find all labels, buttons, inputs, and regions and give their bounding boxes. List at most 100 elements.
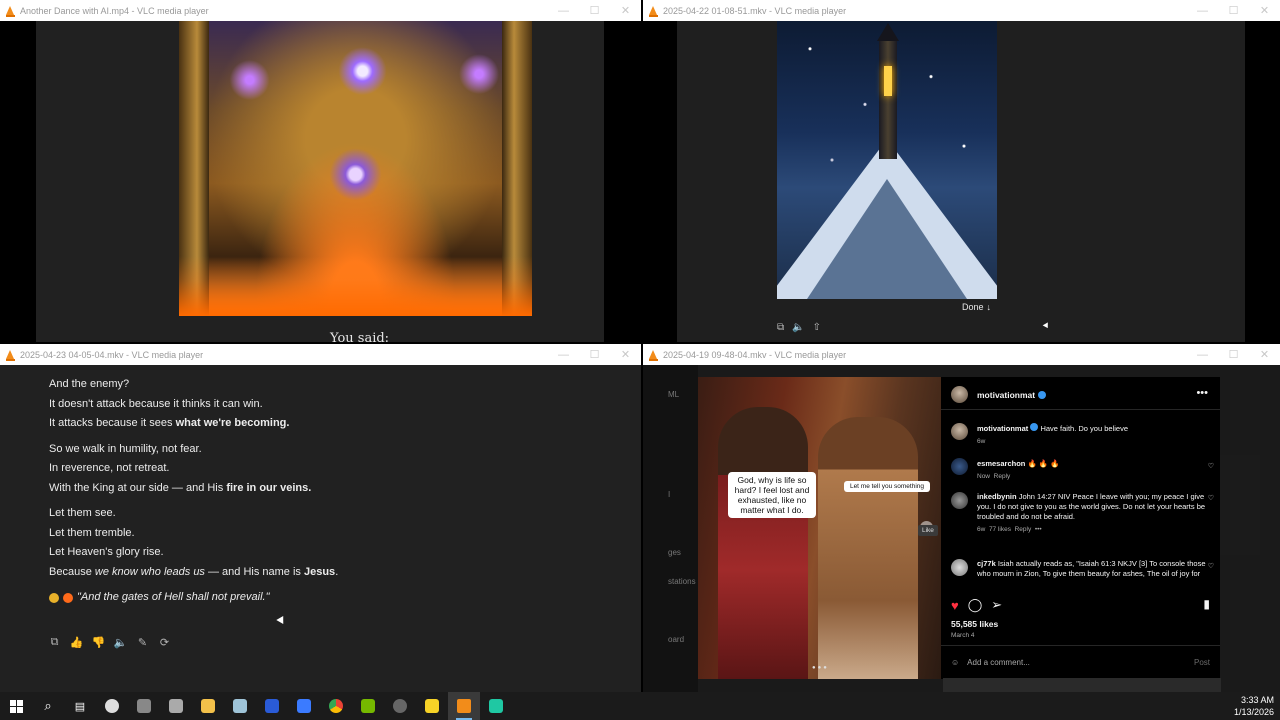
taskbar-app[interactable] <box>320 692 352 720</box>
title-bar[interactable]: Another Dance with AI.mp4 - VLC media pl… <box>0 0 641 21</box>
taskbar-app[interactable] <box>160 692 192 720</box>
vlc-icon <box>6 349 15 361</box>
avatar[interactable] <box>951 492 968 509</box>
vlc-window-1[interactable]: Another Dance with AI.mp4 - VLC media pl… <box>0 0 641 342</box>
minimize-button[interactable]: — <box>548 344 579 365</box>
app-icon <box>233 699 247 713</box>
minimize-button[interactable]: — <box>1187 0 1218 21</box>
avatar[interactable] <box>951 423 968 440</box>
maximize-button[interactable]: ☐ <box>1218 0 1249 21</box>
caption-user[interactable]: motivationmat <box>977 424 1028 433</box>
tower <box>877 23 899 159</box>
edit-icon[interactable]: ✎ <box>137 637 148 649</box>
likes-count[interactable]: 55,585 likes <box>951 619 998 629</box>
taskbar-app[interactable] <box>480 692 512 720</box>
title-bar[interactable]: 2025-04-22 01-08-51.mkv - VLC media play… <box>643 0 1280 21</box>
maximize-button[interactable]: ☐ <box>579 0 610 21</box>
start-button[interactable] <box>0 692 32 720</box>
chat-line: With the King at our side — and His fire… <box>49 479 621 499</box>
taskbar-app[interactable] <box>128 692 160 720</box>
reply-link[interactable]: Reply <box>1015 526 1032 533</box>
comment-user[interactable]: cj77k <box>977 559 996 568</box>
vlc-icon <box>649 349 658 361</box>
heart-icon[interactable]: ♡ <box>1208 562 1214 570</box>
comment-meta: Now Reply <box>977 472 1209 482</box>
more-icon[interactable]: ••• <box>1035 526 1042 533</box>
more-options-icon[interactable]: ••• <box>1196 387 1208 399</box>
chat-text: Because <box>49 565 95 578</box>
share-icon[interactable]: ➢ <box>991 597 1002 613</box>
taskbar-app[interactable] <box>224 692 256 720</box>
minimize-button[interactable]: — <box>548 0 579 21</box>
bookmark-icon[interactable]: ▮ <box>1203 597 1210 611</box>
comment-meta: 6w 77 likes Reply ••• <box>977 525 1209 535</box>
taskbar-app-vlc[interactable] <box>448 692 480 720</box>
comment-likes: 77 likes <box>988 526 1011 533</box>
close-button[interactable]: ✕ <box>610 0 641 21</box>
speaker-icon[interactable]: 🔈 <box>114 637 128 649</box>
title-bar[interactable]: 2025-04-19 09-48-04.mkv - VLC media play… <box>643 344 1280 365</box>
reply-link[interactable]: Reply <box>994 473 1011 480</box>
close-button[interactable]: ✕ <box>1249 344 1280 365</box>
copy-icon[interactable]: ⧉ <box>777 322 784 333</box>
close-button[interactable]: ✕ <box>610 344 641 365</box>
maximize-button[interactable]: ☐ <box>579 344 610 365</box>
sticky-notes-icon <box>425 699 439 713</box>
done-button[interactable]: Done ↓ <box>962 302 991 312</box>
add-comment-input[interactable]: Add a comment... <box>967 658 1030 667</box>
maximize-button[interactable]: ☐ <box>1218 344 1249 365</box>
video-area[interactable]: And the enemy? It doesn't attack because… <box>0 365 641 692</box>
sidebar-label: oard <box>668 635 685 644</box>
vlc-window-4[interactable]: 2025-04-19 09-48-04.mkv - VLC media play… <box>643 344 1280 692</box>
taskbar-app[interactable] <box>288 692 320 720</box>
post-image[interactable]: God, why is life so hard? I feel lost an… <box>698 377 941 679</box>
thumbs-up-icon[interactable]: 👍 <box>70 637 84 649</box>
thumbs-down-icon[interactable]: 👎 <box>92 637 106 649</box>
comment-user[interactable]: esmesarchon <box>977 459 1025 468</box>
window-title: 2025-04-23 04-05-04.mkv - VLC media play… <box>20 349 204 360</box>
vlc-window-2[interactable]: 2025-04-22 01-08-51.mkv - VLC media play… <box>643 0 1280 342</box>
vlc-window-3[interactable]: 2025-04-23 04-05-04.mkv - VLC media play… <box>0 344 641 692</box>
comment-user[interactable]: inkedbynin <box>977 492 1017 501</box>
regenerate-icon[interactable]: ⟳ <box>159 637 170 649</box>
app-icon <box>393 699 407 713</box>
comment-icon[interactable]: ◯ <box>968 597 983 613</box>
taskbar-app[interactable] <box>352 692 384 720</box>
heart-icon[interactable]: ♡ <box>1208 462 1214 470</box>
fantasy-artwork-image <box>179 21 532 316</box>
account-name[interactable]: motivationmat <box>977 390 1035 400</box>
carousel-dots: ●●● <box>812 665 829 671</box>
search-button[interactable]: ⌕ <box>32 692 64 720</box>
like-heart-icon[interactable]: ♥ <box>951 598 959 613</box>
taskbar-app[interactable] <box>256 692 288 720</box>
emoji-icon[interactable]: ☺ <box>951 658 959 667</box>
video-area[interactable]: Done ↓ ⧉ 🔈 ⇧ <box>643 21 1280 342</box>
post-panel: motivationmat ••• motivationmat Have fai… <box>941 377 1220 679</box>
post-button[interactable]: Post <box>1194 658 1210 667</box>
heart-icon[interactable]: ♡ <box>1208 494 1214 502</box>
copy-icon[interactable]: ⧉ <box>49 636 60 648</box>
video-area[interactable]: You said: <box>0 21 641 342</box>
task-view-button[interactable]: ▤ <box>64 692 96 720</box>
message-actions: ⧉ 👍 👎 🔈 ✎ ⟳ <box>49 636 170 649</box>
share-icon[interactable]: ⇧ <box>813 322 821 333</box>
title-bar[interactable]: 2025-04-23 04-05-04.mkv - VLC media play… <box>0 344 641 365</box>
comment: cj77k Isiah actually reads as, "Isaiah 6… <box>977 559 1209 579</box>
instagram-sidebar: ML I ges stations oard <box>643 365 698 692</box>
sidebar-label: I <box>668 490 671 499</box>
taskbar-app[interactable] <box>192 692 224 720</box>
chat-message: And the enemy? It doesn't attack because… <box>49 375 621 608</box>
taskbar-app[interactable] <box>416 692 448 720</box>
system-clock[interactable]: 3:33 AM 1/13/2026 <box>1234 694 1280 718</box>
taskbar-app[interactable] <box>384 692 416 720</box>
close-button[interactable]: ✕ <box>1249 0 1280 21</box>
minimize-button[interactable]: — <box>1187 344 1218 365</box>
avatar[interactable] <box>951 386 968 403</box>
avatar[interactable] <box>951 559 968 576</box>
avatar[interactable] <box>951 458 968 475</box>
window-title: 2025-04-19 09-48-04.mkv - VLC media play… <box>663 349 847 360</box>
taskbar-app[interactable] <box>96 692 128 720</box>
mountain-shadow <box>807 179 967 299</box>
video-area[interactable]: ML I ges stations oard God, why is life … <box>643 365 1280 692</box>
speaker-icon[interactable]: 🔈 <box>792 322 804 333</box>
